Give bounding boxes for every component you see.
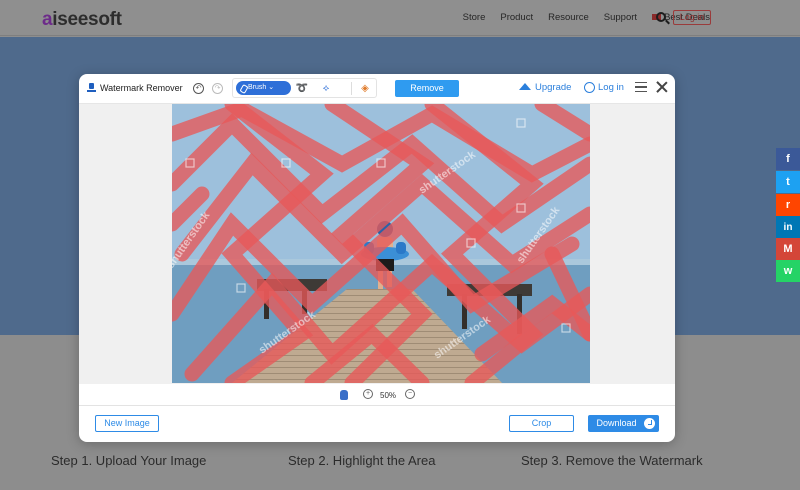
editing-canvas[interactable]: shutterstock shutterstock shutterstock s… <box>79 104 675 384</box>
header-login-button[interactable]: Log in <box>673 10 711 25</box>
nav-product[interactable]: Product <box>500 12 533 23</box>
zoom-controls: + 50% − <box>79 384 675 406</box>
step-2-label: Step 2. Highlight the Area <box>288 453 436 468</box>
whatsapp-share-icon[interactable]: w <box>776 260 800 282</box>
brush-tool-button[interactable]: Brush ⌄ <box>236 81 291 95</box>
photo-scene: shutterstock shutterstock shutterstock s… <box>172 104 590 383</box>
facebook-share-icon[interactable]: f <box>776 148 800 170</box>
remove-button[interactable]: Remove <box>395 80 459 97</box>
dialog-title-text: Watermark Remover <box>100 83 183 93</box>
gmail-share-icon[interactable]: M <box>776 238 800 260</box>
download-label: Download <box>596 418 637 428</box>
crop-button[interactable]: Crop <box>509 415 574 432</box>
new-image-button[interactable]: New Image <box>95 415 159 432</box>
nav-support[interactable]: Support <box>604 12 637 23</box>
upgrade-arrow-icon <box>519 83 531 90</box>
stamp-icon <box>87 83 96 93</box>
reddit-share-icon[interactable]: r <box>776 194 800 216</box>
step-1-label: Step 1. Upload Your Image <box>51 453 207 468</box>
site-header: aiseesoft Store Product Resource Support… <box>0 0 800 36</box>
nav-store[interactable]: Store <box>463 12 486 23</box>
lasso-icon[interactable]: ➰ <box>295 82 309 95</box>
hand-icon[interactable] <box>340 390 348 400</box>
brush-label: Brush <box>248 84 267 91</box>
selection-tools: Brush ⌄ ➰ ⟡ ◈ <box>232 78 377 98</box>
linkedin-share-icon[interactable]: in <box>776 216 800 238</box>
watermark-remover-dialog: Watermark Remover ↶ ↷ Brush ⌄ ➰ ⟡ ◈ Remo… <box>79 74 675 442</box>
uploaded-photo[interactable]: shutterstock shutterstock shutterstock s… <box>172 104 590 383</box>
polygonal-lasso-icon[interactable]: ⟡ <box>319 82 333 95</box>
clock-icon <box>644 418 655 429</box>
nav-resource[interactable]: Resource <box>548 12 589 23</box>
zoom-level: 50% <box>380 391 397 400</box>
dialog-title: Watermark Remover <box>87 83 183 93</box>
login-label: Log in <box>598 82 624 93</box>
undo-icon[interactable]: ↶ <box>193 83 204 94</box>
twitter-share-icon[interactable]: t <box>776 171 800 193</box>
logo[interactable]: aiseesoft <box>42 9 122 31</box>
zoom-in-icon[interactable]: + <box>363 389 373 399</box>
upgrade-button[interactable]: Upgrade <box>519 82 571 93</box>
download-button[interactable]: Download <box>588 415 659 432</box>
redo-icon[interactable]: ↷ <box>212 83 223 94</box>
menu-icon[interactable] <box>635 82 647 92</box>
divider <box>351 82 352 95</box>
eraser-icon[interactable]: ◈ <box>358 82 372 95</box>
user-icon <box>584 82 595 93</box>
upgrade-label: Upgrade <box>535 82 572 93</box>
zoom-out-icon[interactable]: − <box>405 389 415 399</box>
dialog-toolbar: Watermark Remover ↶ ↷ Brush ⌄ ➰ ⟡ ◈ Remo… <box>79 74 675 104</box>
step-3-label: Step 3. Remove the Watermark <box>521 453 703 468</box>
search-icon[interactable] <box>656 12 666 22</box>
close-icon[interactable] <box>655 80 669 94</box>
dialog-login-button[interactable]: Log in <box>584 82 624 93</box>
